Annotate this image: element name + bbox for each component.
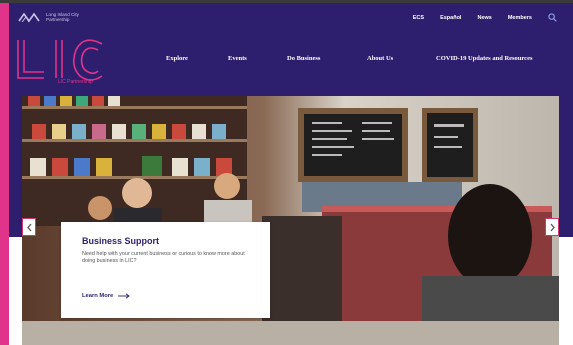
hero-card-title: Business Support (82, 236, 160, 246)
logo-tagline: Long Island City Partnership (46, 12, 79, 22)
util-link-members[interactable]: Members (508, 15, 532, 21)
utility-nav: ECS Español News Members (413, 13, 557, 22)
chevron-left-icon (26, 223, 31, 231)
chevron-right-icon (550, 223, 555, 231)
accent-bar (0, 3, 9, 345)
lic-logo-subtitle: LIC Partnership (58, 79, 93, 85)
hero-card-body: Need help with your current business or … (82, 251, 245, 265)
page: Long Island City Partnership ECS Español… (0, 0, 573, 345)
util-link-news[interactable]: News (477, 15, 491, 21)
partnership-logo[interactable]: Long Island City Partnership (18, 10, 92, 24)
hero-card: Business Support Need help with your cur… (61, 222, 270, 318)
learn-more-link[interactable]: Learn More (82, 293, 131, 299)
arrow-right-icon (118, 293, 131, 299)
search-icon[interactable] (548, 13, 557, 22)
util-link-espanol[interactable]: Español (440, 15, 461, 21)
nav-about-us[interactable]: About Us (367, 55, 393, 62)
carousel-next-button[interactable] (545, 218, 559, 236)
nav-events[interactable]: Events (228, 55, 247, 62)
nav-do-business[interactable]: Do Business (287, 55, 320, 62)
nav-covid-updates[interactable]: COVID-19 Updates and Resources (436, 55, 532, 62)
nav-explore[interactable]: Explore (166, 55, 188, 62)
carousel-prev-button[interactable] (22, 218, 36, 236)
util-link-ecs[interactable]: ECS (413, 15, 424, 21)
wave-logo-icon (18, 12, 40, 23)
learn-more-label: Learn More (82, 293, 114, 299)
